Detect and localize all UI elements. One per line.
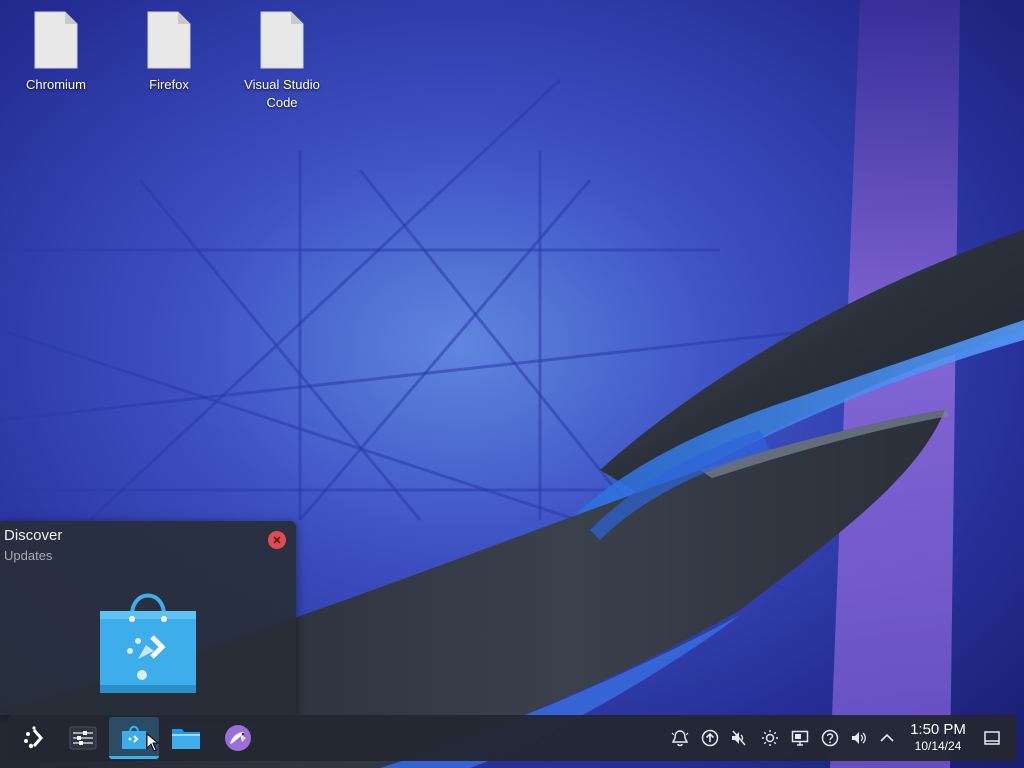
desktop-icon-firefox[interactable]: Firefox <box>119 10 219 94</box>
dolphin-file-manager-button[interactable] <box>161 717 211 759</box>
clock-date: 10/14/24 <box>914 739 962 753</box>
speaker-icon[interactable] <box>849 728 869 748</box>
shopping-bag-icon <box>122 725 146 749</box>
speaker-muted-icon[interactable] <box>729 728 749 748</box>
chevron-up-icon[interactable] <box>877 728 897 748</box>
monitor-icon[interactable] <box>790 728 810 748</box>
desktop-icon-label: Chromium <box>26 77 86 92</box>
system-settings-button[interactable] <box>58 717 108 759</box>
desktop-icon-label: Visual Studio Code <box>244 77 320 110</box>
file-icon <box>34 11 78 69</box>
settings-sliders-icon <box>69 726 97 750</box>
kdeconnect-button[interactable] <box>213 717 263 759</box>
mouse-cursor-icon <box>146 733 160 752</box>
taskbar-panel: 1:50 PM 10/14/24 <box>8 715 1016 761</box>
desktop-icon-chromium[interactable]: Chromium <box>6 10 106 94</box>
update-arrow-icon[interactable] <box>700 728 720 748</box>
show-desktop-icon[interactable] <box>982 728 1002 748</box>
preview-subtitle: Updates <box>4 548 53 563</box>
desktop-icon-vscode[interactable]: Visual Studio Code <box>232 10 332 112</box>
sun-icon[interactable] <box>760 728 780 748</box>
application-launcher-button[interactable] <box>10 717 60 759</box>
clock-time: 1:50 PM <box>910 721 966 738</box>
kde-launcher-icon <box>24 726 43 749</box>
file-icon <box>147 11 191 69</box>
close-icon[interactable] <box>268 531 286 549</box>
digital-clock[interactable]: 1:50 PM 10/14/24 <box>906 721 970 753</box>
question-icon[interactable] <box>820 728 840 748</box>
preview-title: Discover <box>4 527 63 544</box>
bird-icon <box>225 725 251 751</box>
task-preview-popup[interactable]: Discover Updates <box>0 521 296 715</box>
discover-task-button[interactable] <box>109 717 160 759</box>
desktop-icon-label: Firefox <box>149 77 189 92</box>
discover-store-icon <box>100 593 196 693</box>
bell-icon[interactable] <box>670 728 690 748</box>
folder-icon <box>172 729 200 749</box>
file-icon <box>260 11 304 69</box>
